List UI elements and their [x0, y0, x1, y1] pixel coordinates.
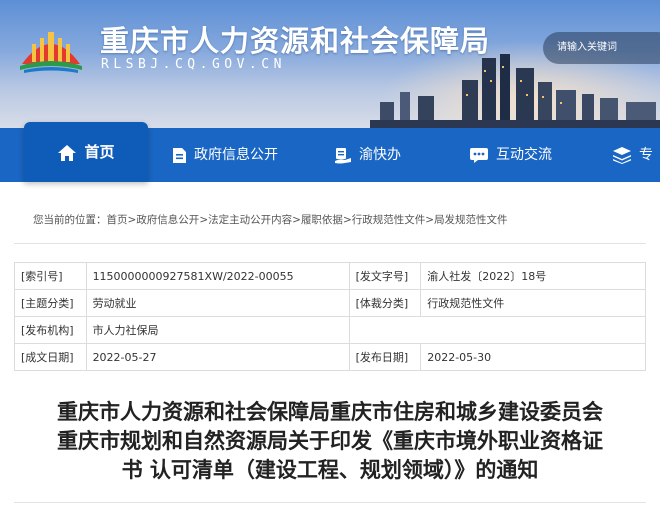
published-date-label: [发布日期]: [348, 343, 422, 371]
breadcrumb-link-duty-basis[interactable]: 履职依据: [301, 214, 343, 226]
table-row: [成文日期] 2022-05-27 [发布日期] 2022-05-30: [14, 343, 646, 371]
breadcrumb-separator: >: [199, 214, 209, 226]
document-info-table: [索引号] 1150000000927581XW/2022-00055 [发文字…: [14, 262, 647, 371]
title-divider: [14, 502, 646, 503]
table-row: [索引号] 1150000000927581XW/2022-00055 [发文字…: [14, 262, 646, 290]
created-date-label: [成文日期]: [14, 343, 87, 371]
breadcrumb-prefix: 您当前的位置：: [33, 214, 107, 226]
main-nav: 首页 政府信息公开 渝快办 互动交流 专: [0, 122, 660, 182]
breadcrumb-link-home[interactable]: 首页: [107, 214, 128, 226]
nav-item-label: 首页: [84, 143, 115, 161]
breadcrumb-separator: >: [127, 214, 137, 226]
nav-item-special[interactable]: 专: [612, 128, 653, 182]
publisher-label: [发布机构]: [14, 316, 87, 344]
breadcrumb-link-statutory[interactable]: 法定主动公开内容: [208, 214, 292, 226]
index-value: 1150000000927581XW/2022-00055: [85, 262, 350, 290]
site-domain: RLSBJ.CQ.GOV.CN: [101, 57, 286, 72]
breadcrumb-separator: >: [425, 214, 435, 226]
genre-label: [体裁分类]: [348, 289, 422, 317]
breadcrumb-separator: >: [342, 214, 352, 226]
nav-item-label: 互动交流: [496, 147, 552, 163]
topic-label: [主题分类]: [14, 289, 87, 317]
title-line: 重庆市人力资源和社会保障局重庆市住房和城乡建设委员会: [57, 400, 603, 424]
document-title: 重庆市人力资源和社会保障局重庆市住房和城乡建设委员会 重庆市规划和自然资源局关于…: [20, 398, 640, 485]
breadcrumb-divider: [14, 243, 646, 244]
nav-item-yukuaiban[interactable]: 渝快办: [334, 128, 401, 182]
published-date-value: 2022-05-30: [420, 343, 646, 371]
search-placeholder: 请输入关键词: [557, 42, 617, 53]
nav-item-label: 政府信息公开: [194, 147, 278, 163]
breadcrumb-link-normative-docs[interactable]: 行政规范性文件: [352, 214, 426, 226]
site-logo[interactable]: [16, 20, 86, 74]
title-line: 重庆市规划和自然资源局关于印发《重庆市境外职业资格证: [57, 429, 603, 453]
document-icon: [173, 147, 186, 163]
breadcrumb-link-bureau-docs[interactable]: 局发规范性文件: [434, 214, 508, 226]
breadcrumb: 您当前的位置：首页>政府信息公开>法定主动公开内容>履职依据>行政规范性文件>局…: [33, 212, 508, 227]
breadcrumb-separator: >: [292, 214, 301, 226]
nav-item-label: 渝快办: [359, 147, 401, 163]
created-date-value: 2022-05-27: [85, 343, 350, 371]
service-icon: [335, 147, 351, 163]
nav-item-label: 专: [639, 147, 653, 163]
home-icon: [58, 144, 77, 161]
title-line: 书 认可清单（建设工程、规划领域）》的通知: [121, 458, 539, 482]
layers-icon: [613, 147, 631, 164]
search-input[interactable]: 请输入关键词: [543, 32, 660, 64]
chat-icon: [470, 147, 488, 163]
index-label: [索引号]: [14, 262, 87, 290]
table-row: [主题分类] 劳动就业 [体裁分类] 行政规范性文件: [14, 289, 646, 317]
header-banner: 重庆市人力资源和社会保障局 RLSBJ.CQ.GOV.CN 请输入关键词: [0, 0, 660, 128]
topic-value: 劳动就业: [85, 289, 350, 317]
breadcrumb-link-gov-info[interactable]: 政府信息公开: [136, 214, 199, 226]
table-row: [发布机构] 市人力社保局: [14, 316, 647, 344]
nav-item-interaction[interactable]: 互动交流: [469, 128, 552, 182]
publisher-value: 市人力社保局: [85, 316, 350, 344]
nav-item-gov-info[interactable]: 政府信息公开: [172, 128, 278, 182]
genre-value: 行政规范性文件: [420, 289, 646, 317]
doc-number-value: 渝人社发〔2022〕18号: [420, 262, 646, 290]
nav-item-home[interactable]: 首页: [24, 122, 148, 182]
doc-number-label: [发文字号]: [348, 262, 422, 290]
empty-cell: [348, 316, 647, 344]
